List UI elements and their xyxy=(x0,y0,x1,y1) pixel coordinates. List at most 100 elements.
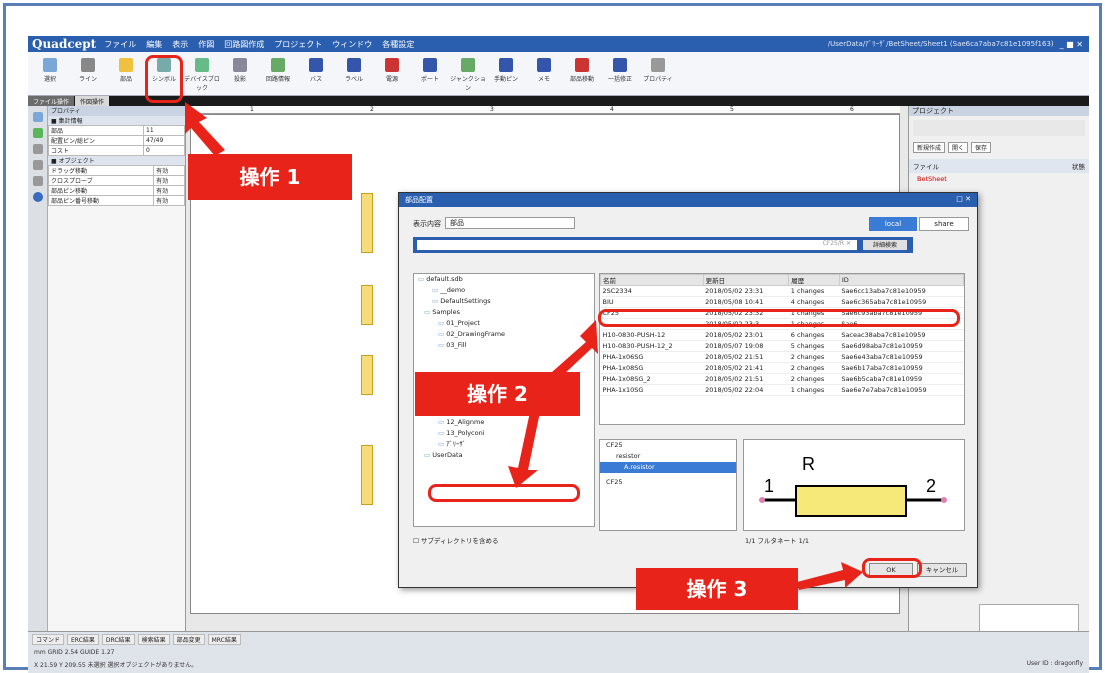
prop-value[interactable]: 有効 xyxy=(153,195,185,206)
table-row[interactable]: H10-0830-PUSH-12 2018/05/02 23:01 6 change… xyxy=(600,329,964,341)
component-tree-item[interactable]: CF25 xyxy=(600,477,736,488)
select-tool-icon[interactable] xyxy=(32,112,43,122)
table-row[interactable]: BIU 2018/05/08 10:41 4 changes Sae6c365aba7… xyxy=(600,296,964,308)
state-column-label: 状態 xyxy=(1072,163,1085,171)
col-name[interactable]: 名前 xyxy=(600,274,704,286)
bottom-tab[interactable]: コマンド xyxy=(32,634,65,645)
table-cell: Sae6e7e7aba7c81e10959 xyxy=(839,384,964,396)
ribbon-button[interactable]: 一括修正 xyxy=(602,58,638,83)
tree-item[interactable]: ▭ DefaultSettings xyxy=(414,296,594,307)
tree-item[interactable]: ▭ Samples xyxy=(414,307,594,318)
component-tree-item[interactable]: CF25 xyxy=(600,440,736,451)
project-item[interactable]: BetSheet xyxy=(909,173,1089,185)
add-tool-icon[interactable] xyxy=(32,128,43,138)
table-row[interactable]: PHA-1x06SG 2018/05/02 21:51 2 changes Sae6e… xyxy=(600,351,964,363)
bottom-tab[interactable]: 部品変更 xyxy=(172,634,205,645)
menu-item[interactable]: 回路図作成 xyxy=(224,40,264,49)
ribbon-icon xyxy=(309,58,323,72)
include-subdirectories-checkbox[interactable]: ☐ サブディレクトリを含める xyxy=(413,535,498,545)
schematic-component[interactable] xyxy=(361,285,373,325)
ribbon-button[interactable]: バス xyxy=(298,58,334,83)
ribbon-button[interactable]: ラベル xyxy=(336,58,372,83)
ribbon-icon xyxy=(575,58,589,72)
project-toolbar[interactable] xyxy=(913,120,1085,136)
display-select[interactable]: 部品 xyxy=(445,217,575,229)
document-path: /UserData/ｱﾞﾘｰｻﾞ/BetSheet/Sheet1 (Sae6ca… xyxy=(827,40,1054,48)
prop-value[interactable]: 有効 xyxy=(153,185,185,196)
prop-value[interactable]: 有効 xyxy=(153,175,185,186)
component-tree-item[interactable]: resistor xyxy=(600,451,736,462)
table-cell: 2 changes xyxy=(788,362,840,374)
schematic-component[interactable] xyxy=(361,445,373,505)
tab-draw[interactable]: 作図操作 xyxy=(75,96,110,106)
component-tree-label: CF25 xyxy=(606,478,623,486)
table-row[interactable]: PHA-1x08SG 2018/05/02 21:41 2 changes Sae6b… xyxy=(600,362,964,374)
prop-value[interactable]: 有効 xyxy=(153,165,185,176)
zoom-in-icon[interactable] xyxy=(32,160,43,170)
col-history[interactable]: 履歴 xyxy=(788,274,840,286)
search-input[interactable]: CF25/R ✕ xyxy=(417,240,857,250)
table-cell: 2018/05/07 19:08 xyxy=(703,340,789,352)
menu-item[interactable]: ウィンドウ xyxy=(332,40,372,49)
globe-icon[interactable] xyxy=(32,192,43,202)
grid-settings[interactable]: mm GRID 2.54 GUIDE 1.27 xyxy=(28,647,1089,658)
bottom-tab[interactable]: 検索結果 xyxy=(137,634,170,645)
ribbon-button[interactable]: デバイスブロック xyxy=(184,58,220,92)
share-button[interactable]: share xyxy=(919,217,969,231)
tab-file[interactable]: ファイル操作 xyxy=(28,96,75,106)
ribbon-button[interactable]: 選択 xyxy=(32,58,68,83)
ribbon-button[interactable]: 部品移動 xyxy=(564,58,600,83)
ribbon-button[interactable]: ポート xyxy=(412,58,448,83)
schematic-component[interactable] xyxy=(361,193,373,253)
col-id[interactable]: ID xyxy=(838,274,964,286)
pan-tool-icon[interactable] xyxy=(32,144,43,154)
schematic-component[interactable] xyxy=(361,355,373,395)
cancel-button[interactable]: キャンセル xyxy=(917,563,967,577)
window-controls[interactable]: _ ■ ✕ xyxy=(1060,40,1083,49)
open-button[interactable]: 開く xyxy=(948,142,969,153)
local-button[interactable]: local xyxy=(869,217,917,231)
ruler-tick: 2 xyxy=(370,106,374,113)
ribbon-button[interactable]: ライン xyxy=(70,58,106,83)
ribbon-button[interactable]: メモ xyxy=(526,58,562,83)
section-summary[interactable]: ■ 集計情報 xyxy=(48,116,185,125)
table-row[interactable]: H10-0830-PUSH-12_2 2018/05/07 19:08 5 chan… xyxy=(600,340,964,352)
ribbon-button[interactable]: 回路情報 xyxy=(260,58,296,83)
pager[interactable]: 1/1 フルタネート 1/1 xyxy=(745,535,809,545)
bottom-tab[interactable]: ERC結果 xyxy=(67,634,99,645)
top-ruler: 1 2 3 4 5 6 xyxy=(190,106,900,114)
save-button[interactable]: 保存 xyxy=(971,142,992,153)
table-row[interactable]: PHA-1x08SG_2 2018/05/02 21:51 2 changes Sae… xyxy=(600,373,964,385)
component-tree-item[interactable]: A.resistor xyxy=(600,462,736,473)
advanced-search-button[interactable]: 詳細検索 xyxy=(863,240,907,250)
resistor-symbol: R 1 2 xyxy=(759,454,947,517)
ribbon-button[interactable]: ジャンクション xyxy=(450,58,486,92)
ribbon-label: バス xyxy=(309,76,322,83)
ribbon-button[interactable]: プロパティ xyxy=(640,58,676,83)
bottom-tab[interactable]: MRC結果 xyxy=(207,634,241,645)
tree-item[interactable]: ▭ __demo xyxy=(414,285,594,296)
new-button[interactable]: 新規作成 xyxy=(913,142,946,153)
table-cell: PHA-1x08SG xyxy=(600,362,704,374)
menu-item[interactable]: 編集 xyxy=(146,40,162,49)
ribbon-label: ライン xyxy=(78,76,97,83)
menu-item[interactable]: ファイル xyxy=(104,40,136,49)
tree-item-label: 12_Alignme xyxy=(446,418,485,426)
zoom-out-icon[interactable] xyxy=(32,176,43,186)
menu-item[interactable]: 作図 xyxy=(198,40,214,49)
ribbon-button[interactable]: 手動ピン xyxy=(488,58,524,83)
menu-item[interactable]: 各種設定 xyxy=(382,40,414,49)
close-icon[interactable]: □ ✕ xyxy=(956,195,971,205)
col-updated[interactable]: 更新日 xyxy=(702,274,790,286)
ribbon-button[interactable]: 電源 xyxy=(374,58,410,83)
table-row[interactable]: PHA-1x10SG 2018/05/02 22:04 1 changes Sae6e… xyxy=(600,384,964,396)
section-object[interactable]: ■ オブジェクト xyxy=(48,156,185,165)
bottom-panel: コマンド ERC結果 DRC結果 検索結果 部品変更 MRC結果 mm GRID 2.54… xyxy=(28,631,1089,673)
menu-item[interactable]: プロジェクト xyxy=(274,40,322,49)
ribbon-button[interactable]: 投影 xyxy=(222,58,258,83)
tree-item[interactable]: ▭ default.sdb xyxy=(414,274,594,285)
menu-item[interactable]: 表示 xyxy=(172,40,188,49)
bottom-tab[interactable]: DRC結果 xyxy=(101,634,135,645)
table-row[interactable]: 2SC2334 2018/05/02 23:31 1 changes Sae6cc13… xyxy=(600,285,964,297)
ribbon-button[interactable]: 部品 xyxy=(108,58,144,83)
